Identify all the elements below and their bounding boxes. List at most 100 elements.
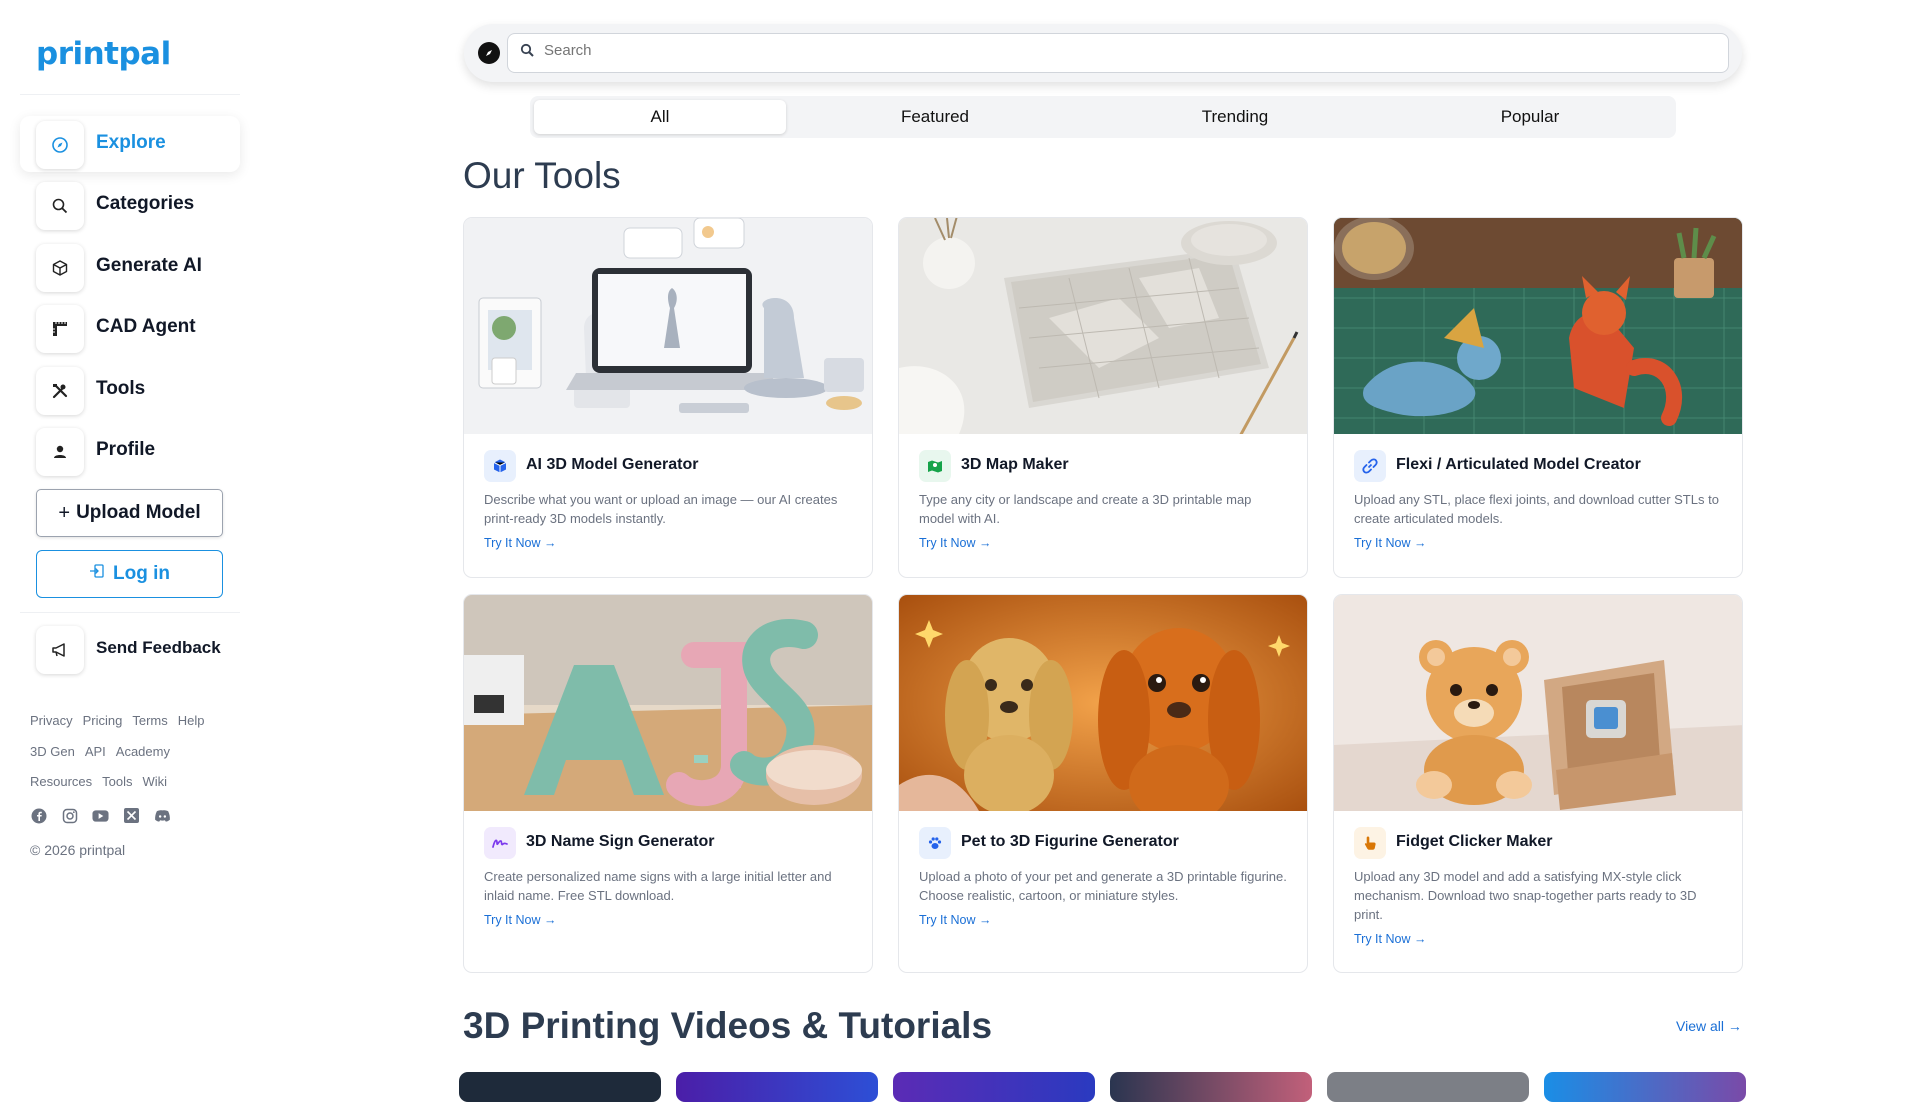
footer-link-wiki[interactable]: Wiki (143, 774, 168, 789)
tool-card-fidget-clicker-maker[interactable]: Fidget Clicker Maker Upload any 3D model… (1333, 594, 1743, 973)
tool-card-3d-name-sign-generator[interactable]: 3D Name Sign Generator Create personaliz… (463, 594, 873, 973)
sidebar-item-explore[interactable]: Explore (20, 116, 240, 172)
tool-card-description: Create personalized name signs with a la… (484, 869, 832, 903)
sidebar-item-generate-ai[interactable]: Generate AI (20, 239, 240, 295)
discord-icon[interactable] (154, 807, 171, 824)
pointer-icon (1354, 827, 1386, 859)
section-title: Our Tools (463, 155, 621, 196)
try-it-now-link[interactable]: Try It Now → (484, 913, 556, 927)
search-input[interactable] (544, 42, 1714, 59)
sidebar-item-cad-agent[interactable]: CAD Agent (20, 300, 240, 356)
search-icon (36, 182, 84, 230)
logo[interactable]: printpal (36, 36, 171, 72)
divider (20, 94, 240, 95)
search-icon (520, 43, 534, 61)
cube-icon (36, 244, 84, 292)
tool-card-image (1334, 218, 1742, 434)
try-it-now-link[interactable]: Try It Now → (484, 536, 556, 550)
footer-link-3d-gen[interactable]: 3D Gen (30, 744, 75, 759)
tab-all[interactable]: All (534, 100, 786, 134)
login-button[interactable]: Log in (36, 550, 223, 598)
try-it-now-link[interactable]: Try It Now → (919, 913, 991, 927)
footer-links-row: 3D Gen API Academy (30, 744, 170, 759)
tool-card-description: Type any city or landscape and create a … (919, 492, 1252, 526)
footer-links-row: Privacy Pricing Terms Help (30, 713, 205, 728)
video-thumbnail[interactable] (459, 1072, 661, 1102)
footer-link-privacy[interactable]: Privacy (30, 713, 73, 728)
search-box[interactable] (507, 33, 1729, 73)
videos-section-title: 3D Printing Videos & Tutorials (463, 1005, 993, 1046)
tool-card-image (899, 218, 1307, 434)
social-links (30, 807, 171, 824)
tools-icon (36, 367, 84, 415)
tool-card-title: AI 3D Model Generator (526, 456, 699, 473)
user-icon (36, 428, 84, 476)
sidebar: printpal Explore Categories Generate AI … (0, 0, 260, 1080)
video-thumbnail[interactable] (1544, 1072, 1746, 1102)
video-thumbnail[interactable] (893, 1072, 1095, 1102)
footer-link-pricing[interactable]: Pricing (83, 713, 123, 728)
plus-icon: + (58, 501, 71, 524)
sidebar-item-categories[interactable]: Categories (20, 177, 240, 233)
tool-card-3d-map-maker[interactable]: 3D Map Maker Type any city or landscape … (898, 217, 1308, 578)
tool-card-pet-to-3d-figurine-generator[interactable]: Pet to 3D Figurine Generator Upload a ph… (898, 594, 1308, 973)
login-label: Log in (113, 563, 170, 584)
cube-icon (484, 450, 516, 482)
copyright-text: © 2026 printpal (30, 842, 126, 858)
send-feedback-label: Send Feedback (96, 638, 221, 657)
tool-card-description: Upload any 3D model and add a satisfying… (1354, 869, 1697, 922)
tool-card-flexi-articulated-model-creator[interactable]: Flexi / Articulated Model Creator Upload… (1333, 217, 1743, 578)
tab-featured[interactable]: Featured (790, 100, 1080, 134)
try-it-now-link[interactable]: Try It Now → (919, 536, 991, 550)
instagram-icon[interactable] (61, 807, 78, 824)
filter-tabs: All Featured Trending Popular (530, 96, 1676, 138)
footer-link-api[interactable]: API (85, 744, 106, 759)
paw-icon (919, 827, 951, 859)
sidebar-item-profile[interactable]: Profile (20, 423, 240, 479)
tool-card-title: Fidget Clicker Maker (1396, 833, 1553, 850)
try-it-now-link[interactable]: Try It Now → (1354, 932, 1426, 946)
footer-link-resources[interactable]: Resources (30, 774, 92, 789)
tool-card-title: Pet to 3D Figurine Generator (961, 833, 1179, 850)
footer-link-tools[interactable]: Tools (102, 774, 132, 789)
sidebar-item-tools[interactable]: Tools (20, 362, 240, 418)
tool-card-image (899, 595, 1307, 811)
link-icon (1354, 450, 1386, 482)
upload-model-button[interactable]: + Upload Model (36, 489, 223, 537)
map-icon (919, 450, 951, 482)
sidebar-item-label: Profile (96, 439, 156, 460)
upload-model-label: Upload Model (76, 502, 201, 523)
divider (20, 612, 240, 613)
tool-card-title: Flexi / Articulated Model Creator (1396, 456, 1641, 473)
x-icon[interactable] (123, 807, 140, 824)
footer-link-academy[interactable]: Academy (116, 744, 170, 759)
footer-link-help[interactable]: Help (178, 713, 205, 728)
youtube-icon[interactable] (92, 807, 109, 824)
tool-card-image (464, 218, 872, 434)
megaphone-icon (36, 626, 84, 674)
tool-card-image (1334, 595, 1742, 811)
send-feedback-button[interactable]: Send Feedback (20, 621, 240, 677)
sidebar-item-label: Explore (96, 132, 166, 153)
tab-popular[interactable]: Popular (1385, 100, 1675, 134)
tool-card-description: Upload any STL, place flexi joints, and … (1354, 492, 1719, 526)
footer-link-terms[interactable]: Terms (132, 713, 167, 728)
search-bar (464, 24, 1742, 82)
sidebar-item-label: Generate AI (96, 255, 202, 276)
tool-card-description: Upload a photo of your pet and generate … (919, 869, 1287, 903)
signature-icon (484, 827, 516, 859)
video-thumbnail[interactable] (1327, 1072, 1529, 1102)
tab-trending[interactable]: Trending (1090, 100, 1380, 134)
sidebar-item-label: CAD Agent (96, 316, 196, 337)
compass-icon[interactable] (478, 42, 500, 64)
facebook-icon[interactable] (30, 807, 47, 824)
video-thumbnail[interactable] (676, 1072, 878, 1102)
login-icon (89, 563, 105, 585)
tool-card-image (464, 595, 872, 811)
view-all-link[interactable]: View all → (1676, 1018, 1742, 1034)
tool-card-ai-3d-model-generator[interactable]: AI 3D Model Generator Describe what you … (463, 217, 873, 578)
compass-icon (36, 121, 84, 169)
try-it-now-link[interactable]: Try It Now → (1354, 536, 1426, 550)
video-thumbnail[interactable] (1110, 1072, 1312, 1102)
tool-card-title: 3D Map Maker (961, 456, 1069, 473)
